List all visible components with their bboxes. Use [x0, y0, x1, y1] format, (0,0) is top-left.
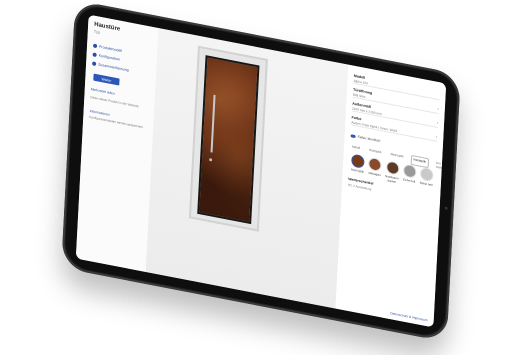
door-leaf — [197, 55, 260, 225]
door-preview — [145, 28, 349, 309]
step-summary[interactable]: Zusammenfassung — [92, 61, 129, 72]
tablet-device: Haustüre Typ Produktmodell Konfiguration… — [61, 0, 461, 343]
swatch-name: Mahagoni — [368, 170, 381, 178]
swatch-name: Nussbaum dunkel — [385, 173, 399, 184]
step-bullet-icon — [92, 61, 97, 67]
step-label: Zusammenfassung — [98, 62, 129, 73]
step-configuration[interactable]: Konfiguration — [92, 52, 120, 62]
toggle-label: Farbe: identisch — [357, 134, 381, 143]
share-link[interactable]: Merkzettel teilen — [91, 87, 115, 96]
swatch-circle — [385, 160, 400, 176]
swatch-oak[interactable]: Eiche hell — [400, 163, 418, 188]
door-frame — [188, 45, 268, 232]
swatch-name: Beton hell — [419, 180, 433, 188]
swatch-rust[interactable]: Rost Optik — [349, 153, 367, 178]
step-model[interactable]: Produktmodell — [92, 43, 123, 54]
swatch-walnut[interactable]: Nussbaum dunkel — [383, 160, 401, 185]
step-bullet-icon — [92, 43, 98, 49]
chevron-right-icon: › — [436, 119, 439, 126]
swatch-circle — [402, 163, 417, 179]
toggle-switch[interactable] — [350, 133, 356, 138]
swatch-concrete[interactable]: Beton hell — [417, 166, 435, 191]
front-camera-icon — [444, 206, 448, 211]
chevron-right-icon: › — [437, 105, 439, 112]
configuration-panel: Modell Alpha 100 Türöffnung DIN links › … — [335, 64, 446, 328]
data-checkbox-label[interactable]: Daten dieser Produkt in der Website — [90, 95, 146, 110]
swatch-name: Eiche hell — [402, 177, 416, 184]
swatch-name: Rost Optik — [350, 167, 365, 174]
step-label: Produktmodell — [98, 44, 123, 54]
color-identical-toggle[interactable]: Farbe: identisch — [350, 133, 381, 143]
chevron-right-icon: › — [435, 133, 438, 139]
door-handle-bar — [210, 94, 216, 153]
info-text: Konfigurationsdaten werden gespeichert — [89, 114, 144, 130]
step-bullet-icon — [92, 52, 97, 58]
swatch-mahogany[interactable]: Mahagoni — [366, 156, 384, 181]
swatch-circle — [419, 166, 434, 183]
door-lock-icon — [209, 158, 213, 162]
swatch-circle — [351, 153, 365, 169]
product-stage: Haustüre Typ Produktmodell Konfiguration… — [0, 0, 519, 355]
next-button[interactable]: Weiter — [93, 73, 120, 86]
swatch-circle — [368, 156, 382, 173]
brand-subtitle: Typ — [93, 28, 101, 35]
step-label: Konfiguration — [98, 53, 120, 62]
